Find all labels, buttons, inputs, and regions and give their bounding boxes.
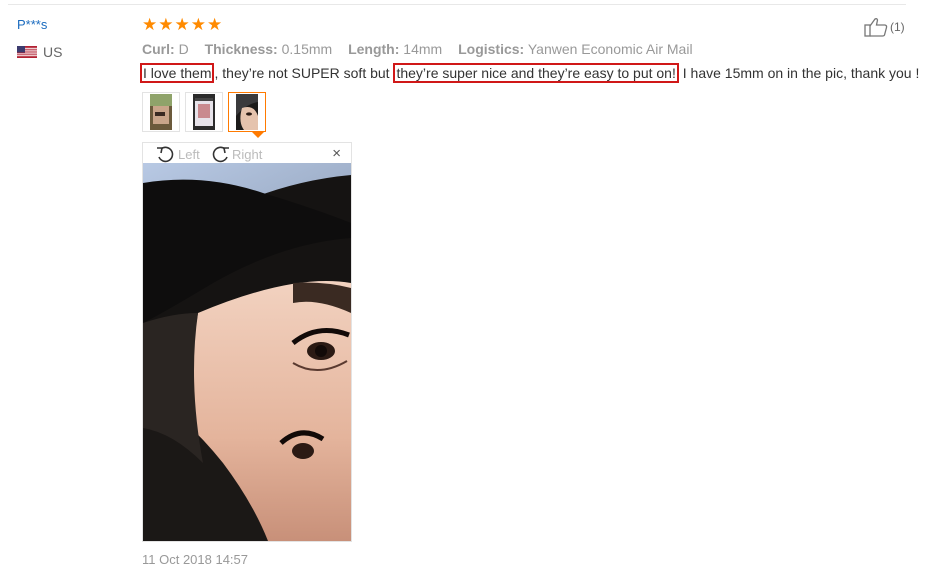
review-photo-thumbnails — [142, 92, 266, 132]
us-flag-icon — [17, 46, 37, 58]
attr-key: Thickness: — [204, 41, 278, 57]
attr-value: Yanwen Economic Air Mail — [527, 41, 693, 57]
thumbs-up-icon — [864, 18, 888, 37]
product-attributes: Curl: D Thickness: 0.15mm Length: 14mm L… — [142, 41, 705, 57]
rotate-right-label: Right — [232, 146, 263, 162]
thumbnail-image — [236, 94, 258, 130]
review-photo — [143, 163, 351, 541]
active-thumb-pointer — [252, 132, 264, 138]
review-date: 11 Oct 2018 14:57 — [142, 552, 249, 567]
star-icon: ★ — [158, 15, 174, 34]
attr-value: 0.15mm — [281, 41, 333, 57]
attr-value: D — [178, 41, 189, 57]
photo-thumbnail[interactable] — [142, 92, 180, 132]
thumbnail-image — [193, 94, 215, 130]
country-label: US — [43, 44, 63, 60]
attr-key: Length: — [348, 41, 400, 57]
rotate-right-icon — [212, 146, 229, 163]
top-divider — [8, 4, 906, 5]
viewer-toolbar: Left Right × — [143, 143, 351, 164]
like-count: (1) — [890, 20, 905, 34]
photo-viewer: Left Right × — [142, 142, 352, 542]
reviewer-name[interactable]: P***s — [17, 17, 47, 32]
rotate-right-button[interactable]: Right — [209, 145, 262, 163]
rotate-left-icon — [157, 146, 174, 163]
star-icon: ★ — [142, 15, 158, 34]
highlighted-phrase: they’re super nice and they’re easy to p… — [393, 63, 679, 83]
review-text: I love them, they’re not SUPER soft but … — [140, 63, 920, 83]
star-icon: ★ — [174, 15, 190, 34]
star-rating: ★ ★ ★ ★ ★ — [142, 16, 222, 33]
photo-thumbnail-selected[interactable] — [228, 92, 266, 132]
attr-key: Curl: — [142, 41, 175, 57]
review-text-segment: , they’re not SUPER soft but — [214, 65, 394, 81]
close-icon[interactable]: × — [332, 145, 341, 162]
star-icon: ★ — [190, 15, 206, 34]
highlighted-phrase: I love them — [140, 63, 215, 83]
photo-thumbnail[interactable] — [185, 92, 223, 132]
attr-key: Logistics: — [458, 41, 525, 57]
reviewer-country: US — [17, 44, 62, 60]
thumbnail-image — [150, 94, 172, 130]
review-text-segment: I have 15mm on in the pic, thank you ! — [678, 65, 920, 81]
rotate-left-label: Left — [178, 146, 200, 162]
star-icon: ★ — [207, 15, 223, 34]
rotate-left-button[interactable]: Left — [155, 145, 200, 163]
attr-value: 14mm — [403, 41, 443, 57]
helpful-button[interactable]: (1) — [864, 17, 905, 37]
